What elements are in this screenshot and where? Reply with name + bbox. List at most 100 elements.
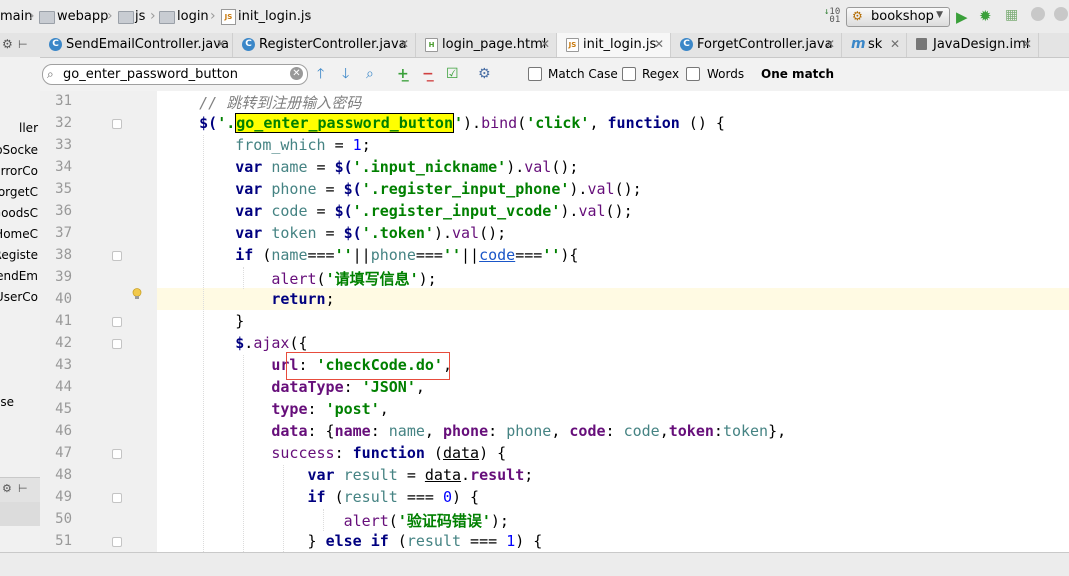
line-number: 48 <box>55 467 72 483</box>
class-icon: C <box>680 38 693 51</box>
close-icon[interactable]: ✕ <box>1022 37 1032 51</box>
collapse-icon[interactable]: ⊢ <box>18 38 28 51</box>
breadcrumb-login[interactable]: login <box>177 9 209 24</box>
close-icon[interactable]: ✕ <box>654 37 664 51</box>
tab-sk[interactable]: m sk ✕ <box>842 33 907 57</box>
project-item[interactable]: GoodsC <box>0 206 38 220</box>
folder-icon <box>39 11 55 24</box>
fold-marker[interactable] <box>112 339 122 349</box>
line-number: 35 <box>55 181 72 197</box>
words-label: Words <box>707 67 745 81</box>
number-literal: 1 <box>506 532 516 550</box>
line-number: 44 <box>55 379 72 395</box>
panel-selected-row <box>0 502 40 526</box>
match-case-label: Match Case <box>548 67 618 81</box>
project-item[interactable]: orgetC <box>0 185 38 199</box>
search-field[interactable]: ⌕ go_enter_password_button ✕ <box>42 64 308 85</box>
close-icon[interactable]: ✕ <box>216 37 226 51</box>
regex-checkbox[interactable] <box>622 67 636 81</box>
clear-icon[interactable]: ✕ <box>290 67 303 80</box>
folder-icon <box>118 11 134 24</box>
close-icon[interactable]: ✕ <box>890 37 900 51</box>
close-icon[interactable]: ✕ <box>540 37 550 51</box>
fold-marker[interactable] <box>112 493 122 503</box>
close-icon[interactable]: ✕ <box>825 37 835 51</box>
previous-occurrence-icon[interactable]: 🡑 <box>317 66 324 82</box>
lightbulb-icon[interactable] <box>132 288 142 300</box>
breadcrumb-main[interactable]: main <box>0 9 32 24</box>
class-icon: C <box>242 38 255 51</box>
string-literal: '.token' <box>361 224 434 242</box>
settings-icon[interactable]: ⚙ <box>2 482 12 495</box>
project-item[interactable]: oSocke <box>0 143 38 157</box>
line-number: 46 <box>55 423 72 439</box>
regex-label: Regex <box>642 67 680 81</box>
line-number: 34 <box>55 159 72 175</box>
find-in-context-icon[interactable]: ⌕ <box>366 66 374 82</box>
search-input[interactable]: go_enter_password_button <box>63 67 238 82</box>
code-line-51: } else if (result === 1) { <box>163 532 543 550</box>
search-settings-icon[interactable]: ⚙ <box>478 66 491 82</box>
tab-login-page[interactable]: H login_page.html ✕ <box>416 33 557 57</box>
project-item[interactable]: Registe <box>0 248 38 262</box>
tab-forgetcontroller[interactable]: C ForgetController.java ✕ <box>671 33 842 57</box>
words-checkbox[interactable] <box>686 67 700 81</box>
code-line-44: dataType: 'JSON', <box>271 378 425 396</box>
config-icon: ⚙ <box>852 9 863 23</box>
run-icon[interactable]: ▶ <box>956 8 968 28</box>
fold-marker[interactable] <box>112 317 122 327</box>
tab-registercontroller[interactable]: C RegisterController.java ✕ <box>233 33 416 57</box>
number-literal: 1 <box>352 136 362 154</box>
class-icon: C <box>49 38 62 51</box>
fold-marker[interactable] <box>112 251 122 261</box>
code-line-40: return; <box>271 290 335 308</box>
breadcrumb-js[interactable]: js <box>135 9 145 24</box>
project-item[interactable]: ller <box>19 121 38 135</box>
code-line-49: if (result === 0) { <box>307 488 480 506</box>
tab-sendemailcontroller[interactable]: C SendEmailController.java ✕ <box>40 33 233 57</box>
next-occurrence-icon[interactable]: 🡓 <box>342 66 349 82</box>
coverage-icon[interactable]: ▦ <box>1005 7 1018 27</box>
navigation-bar: main › webapp › js › login › JS init_log… <box>0 0 1069 34</box>
code-line-48: var result = data.result; <box>307 466 534 484</box>
project-item[interactable]: UserCo <box>0 290 38 304</box>
fold-marker[interactable] <box>112 119 122 129</box>
number-literal: 0 <box>442 488 452 506</box>
tab-init-login[interactable]: JS init_login.js ✕ <box>557 33 671 57</box>
line-number: 49 <box>55 489 72 505</box>
fold-marker[interactable] <box>112 537 122 547</box>
breadcrumb-separator: › <box>150 8 156 24</box>
breadcrumb-file[interactable]: init_login.js <box>238 9 311 24</box>
line-number: 41 <box>55 313 72 329</box>
string-literal: '.register_input_vcode' <box>352 202 561 220</box>
select-all-occurrences-icon[interactable]: ☑ <box>446 66 459 82</box>
close-icon[interactable]: ✕ <box>399 37 409 51</box>
line-number: 51 <box>55 533 72 549</box>
stop-icon[interactable] <box>1054 7 1068 21</box>
line-number: 31 <box>55 93 72 109</box>
project-item[interactable]: ErrorCo <box>0 164 38 178</box>
tab-javadesign-iml[interactable]: JavaDesign.iml ✕ <box>907 33 1039 57</box>
build-icon[interactable]: ↓10 01 <box>824 8 840 28</box>
project-item[interactable]: SendEm <box>0 269 38 283</box>
add-selection-icon[interactable]: +̲ <box>397 66 409 82</box>
fold-marker[interactable] <box>112 449 122 459</box>
line-number: 37 <box>55 225 72 241</box>
profiler-icon[interactable] <box>1031 7 1045 21</box>
code-editor[interactable]: // 跳转到注册输入密码 $('.go_enter_password_butto… <box>157 91 1069 552</box>
run-configuration-select[interactable]: ⚙ bookshop ▼ <box>846 7 950 27</box>
tab-label: ForgetController.java <box>697 37 833 52</box>
breadcrumb-webapp[interactable]: webapp <box>57 9 108 24</box>
js-file-icon: JS <box>566 38 579 52</box>
tab-label: JavaDesign.iml <box>933 37 1030 52</box>
match-case-checkbox[interactable] <box>528 67 542 81</box>
project-item[interactable]: HomeC <box>0 227 38 241</box>
remove-selection-icon[interactable]: −̲ <box>422 66 434 82</box>
debug-icon[interactable]: ✹ <box>979 7 992 27</box>
editor-gutter: 31 32 33 34 35 36 37 38 39 40 41 42 43 4… <box>40 91 157 552</box>
code-line-32: $('.go_enter_password_button').bind('cli… <box>199 113 725 133</box>
project-item[interactable]: se <box>0 395 14 409</box>
collapse-icon[interactable]: ⊢ <box>18 482 28 495</box>
line-number: 38 <box>55 247 72 263</box>
settings-icon[interactable]: ⚙ <box>2 37 13 51</box>
